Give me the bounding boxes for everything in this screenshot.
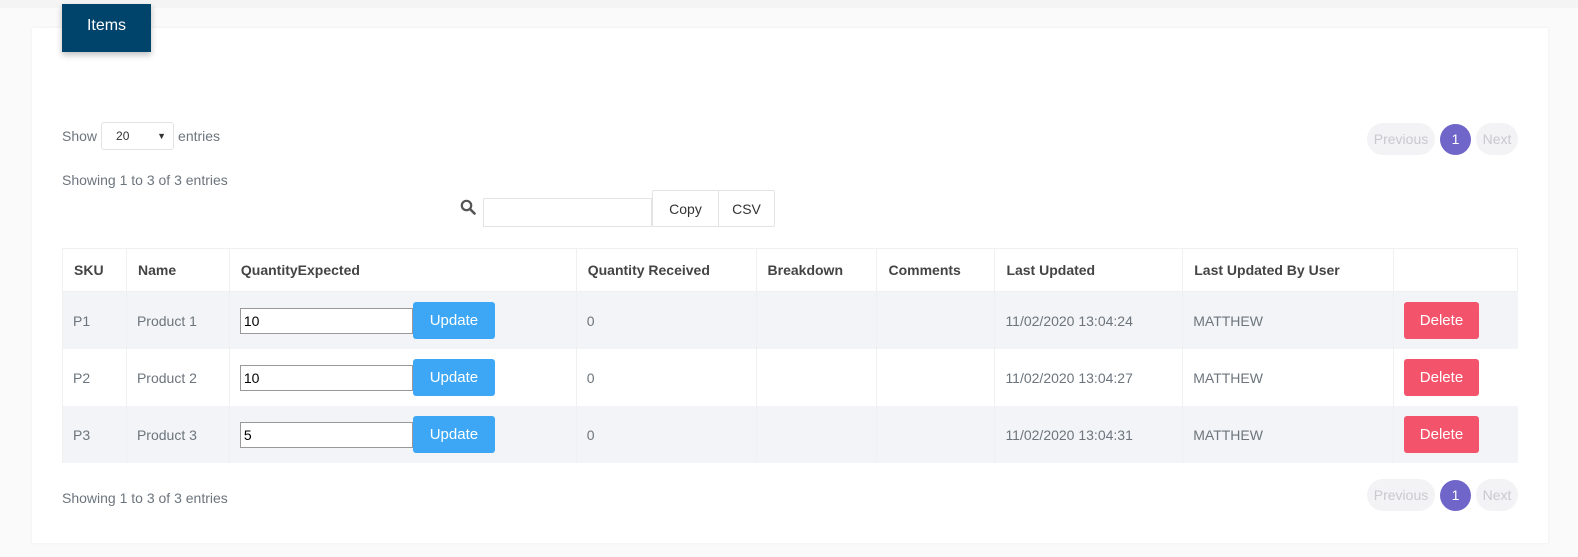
cell-actions: Delete xyxy=(1392,349,1518,406)
column-header-last-updated[interactable]: Last Updated xyxy=(994,248,1184,292)
page-1-button[interactable]: 1 xyxy=(1440,479,1471,511)
entries-select-value: 20 xyxy=(116,129,130,143)
cell-breakdown xyxy=(755,349,877,406)
cell-last-updated: 11/02/2020 13:04:24 xyxy=(994,291,1183,349)
search-input[interactable] xyxy=(483,198,652,227)
show-label: Show xyxy=(62,128,98,144)
quantity-update-group: 5 Update xyxy=(239,416,566,453)
previous-button[interactable]: Previous xyxy=(1367,123,1435,155)
quantity-expected-input[interactable]: 5 xyxy=(239,421,413,448)
top-strip xyxy=(0,0,1578,8)
pagination-bottom: Previous 1 Next xyxy=(1367,479,1518,511)
cell-breakdown xyxy=(755,406,877,463)
column-header-last-updated-by-user[interactable]: Last Updated By User xyxy=(1182,248,1394,292)
cell-last-updated: 11/02/2020 13:04:27 xyxy=(994,349,1183,406)
cell-name: Product 2 xyxy=(125,349,230,406)
next-button[interactable]: Next xyxy=(1476,479,1518,511)
cell-sku: P2 xyxy=(62,349,127,406)
cell-last-updated-by-user: MATTHEW xyxy=(1182,406,1394,463)
caret-down-icon: ▼ xyxy=(157,131,167,141)
column-header-actions xyxy=(1392,248,1519,292)
delete-button[interactable]: Delete xyxy=(1403,359,1479,396)
items-table: SKU Name QuantityExpected Quantity Recei… xyxy=(62,248,1519,463)
cell-comments xyxy=(876,291,995,349)
previous-button[interactable]: Previous xyxy=(1367,479,1435,511)
cell-quantity-expected: 5 Update xyxy=(228,406,577,463)
cell-comments xyxy=(876,406,995,463)
table-header-row: SKU Name QuantityExpected Quantity Recei… xyxy=(62,248,1519,292)
cell-breakdown xyxy=(755,291,877,349)
quantity-update-group: 10 Update xyxy=(239,302,566,339)
search-icon xyxy=(460,199,476,215)
cell-last-updated-by-user: MATTHEW xyxy=(1182,349,1394,406)
column-header-quantity-received[interactable]: Quantity Received xyxy=(575,248,757,292)
pagination-top: Previous 1 Next xyxy=(1367,123,1518,155)
copy-button[interactable]: Copy xyxy=(653,191,719,226)
table-row: P1 Product 1 10 Update 0 11/02/2020 13:0… xyxy=(62,291,1518,349)
cell-quantity-received: 0 xyxy=(575,406,757,463)
update-button[interactable]: Update xyxy=(412,359,495,396)
cell-name: Product 3 xyxy=(125,406,230,463)
table-row: P2 Product 2 10 Update 0 11/02/2020 13:0… xyxy=(62,349,1518,406)
quantity-update-group: 10 Update xyxy=(239,359,566,396)
delete-button[interactable]: Delete xyxy=(1403,302,1479,339)
cell-quantity-expected: 10 Update xyxy=(228,291,577,349)
page-1-button[interactable]: 1 xyxy=(1440,123,1471,155)
update-button[interactable]: Update xyxy=(412,416,495,453)
cell-quantity-expected: 10 Update xyxy=(228,349,577,406)
column-header-quantity-expected[interactable]: QuantityExpected xyxy=(228,248,577,292)
cell-last-updated-by-user: MATTHEW xyxy=(1182,291,1394,349)
cell-name: Product 1 xyxy=(125,291,230,349)
column-header-name[interactable]: Name xyxy=(125,248,230,292)
cell-sku: P3 xyxy=(62,406,127,463)
table-row: P3 Product 3 5 Update 0 11/02/2020 13:04… xyxy=(62,406,1518,463)
cell-quantity-received: 0 xyxy=(575,349,757,406)
delete-button[interactable]: Delete xyxy=(1403,416,1479,453)
entries-select[interactable]: 20 ▼ xyxy=(101,122,175,150)
table-info-top: Showing 1 to 3 of 3 entries xyxy=(62,172,228,188)
cell-last-updated: 11/02/2020 13:04:31 xyxy=(994,406,1183,463)
column-header-sku[interactable]: SKU xyxy=(62,248,127,292)
csv-button[interactable]: CSV xyxy=(719,191,774,226)
entries-length-control: Show 20 ▼ entries xyxy=(62,121,220,151)
cell-quantity-received: 0 xyxy=(575,291,757,349)
column-header-breakdown[interactable]: Breakdown xyxy=(755,248,878,292)
cell-comments xyxy=(876,349,995,406)
column-header-comments[interactable]: Comments xyxy=(876,248,996,292)
quantity-expected-input[interactable]: 10 xyxy=(239,307,413,334)
export-buttons: Copy CSV xyxy=(652,190,775,227)
cell-actions: Delete xyxy=(1392,291,1518,349)
next-button[interactable]: Next xyxy=(1476,123,1518,155)
update-button[interactable]: Update xyxy=(412,302,495,339)
entries-label: entries xyxy=(178,128,221,144)
quantity-expected-input[interactable]: 10 xyxy=(239,364,413,391)
cell-sku: P1 xyxy=(62,291,127,349)
cell-actions: Delete xyxy=(1392,406,1518,463)
tab-items[interactable]: Items xyxy=(62,4,151,52)
table-info-bottom: Showing 1 to 3 of 3 entries xyxy=(62,490,228,506)
